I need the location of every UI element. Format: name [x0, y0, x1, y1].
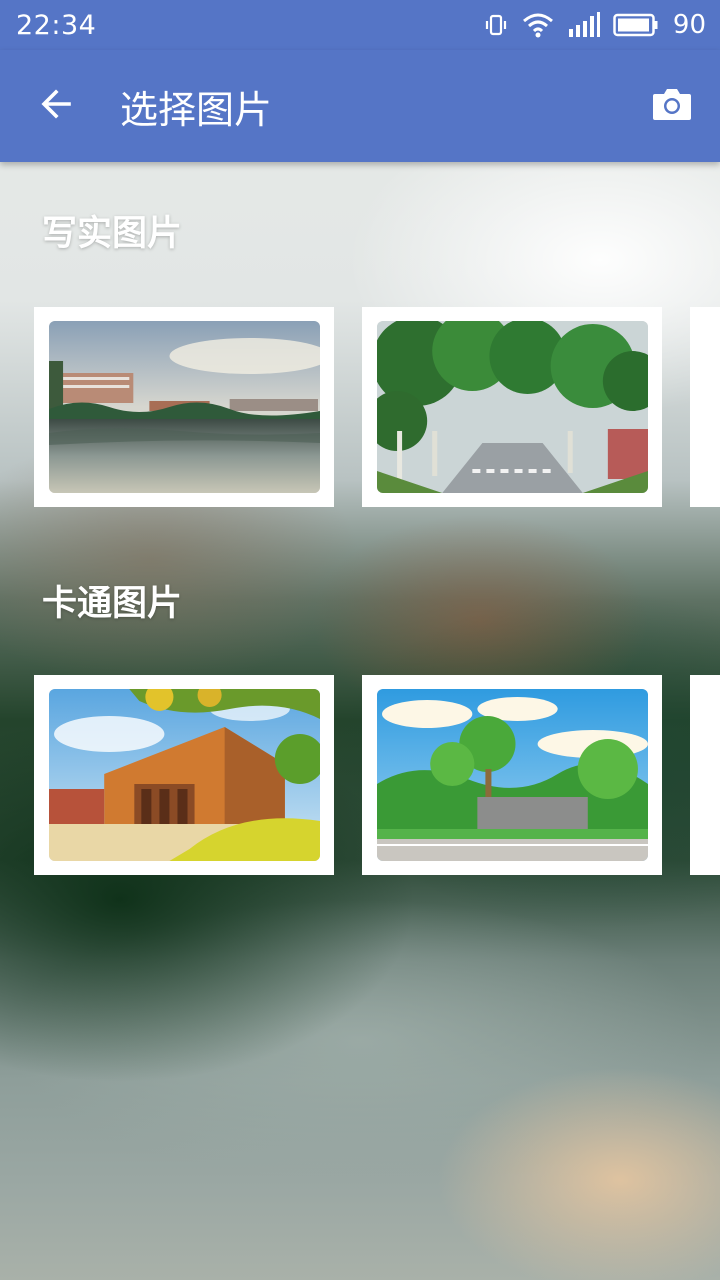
app-bar: 选择图片: [0, 50, 720, 162]
battery-icon: [613, 12, 659, 38]
cartoon-pictures-row[interactable]: [34, 675, 720, 875]
camera-button[interactable]: [624, 50, 720, 162]
wifi-icon: [521, 11, 555, 39]
back-button[interactable]: [0, 50, 112, 162]
page-title: 选择图片: [120, 87, 273, 132]
cartoon-campus-gate-picture[interactable]: [362, 675, 662, 875]
battery-level: 90: [672, 10, 706, 40]
cartoon-picture-partial[interactable]: [690, 675, 720, 875]
signal-icon: [567, 11, 601, 39]
section-title-cartoon: 卡通图片: [42, 584, 183, 624]
status-bar: 22:34 90: [0, 0, 720, 50]
status-time: 22:34: [16, 9, 97, 41]
campus-lake-photo[interactable]: [34, 307, 334, 507]
vibrate-icon: [483, 12, 509, 38]
realistic-picture-partial[interactable]: [690, 307, 720, 507]
blurred-background: [0, 0, 720, 1280]
realistic-pictures-row[interactable]: [34, 307, 720, 507]
arrow-back-icon: [38, 86, 74, 126]
status-icons: 90: [483, 10, 706, 40]
cartoon-building-picture[interactable]: [34, 675, 334, 875]
section-title-realistic: 写实图片: [42, 214, 183, 254]
camera-icon: [651, 85, 693, 127]
tree-lined-road-photo[interactable]: [362, 307, 662, 507]
